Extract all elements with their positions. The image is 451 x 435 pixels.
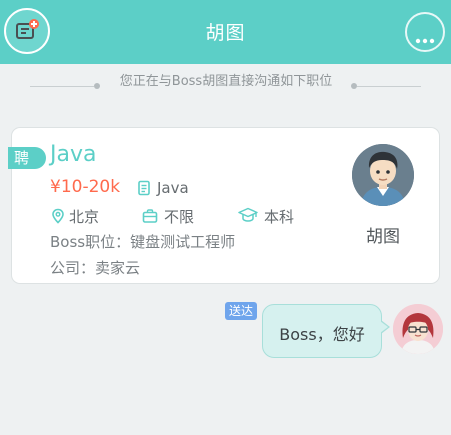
delivery-status-badge: 送达 (225, 302, 257, 320)
company-name: 公司：卖家云 (50, 259, 141, 277)
job-city: 北京 (69, 208, 100, 226)
more-icon (415, 29, 435, 44)
message-text: Boss，您好 (279, 325, 365, 344)
chat-notice: 您正在与Boss胡图直接沟通如下职位 (119, 74, 333, 89)
hiring-badge: 聘 (8, 147, 46, 169)
chat-title: 胡图 (205, 22, 246, 44)
chat-header: 胡图 (0, 0, 451, 64)
recruiter-name: 胡图 (366, 227, 400, 247)
job-experience: 不限 (164, 208, 195, 226)
notice-dot-left (94, 83, 100, 89)
message-bubble[interactable]: Boss，您好 (262, 304, 382, 358)
recruiter-avatar[interactable] (352, 144, 414, 206)
notice-divider-left (30, 86, 94, 87)
boss-position: Boss职位：键盘测试工程师 (50, 233, 236, 251)
job-category: Java (157, 179, 189, 197)
chat-screen: 胡图 您正在与Boss胡图直接沟通如下职位 聘 Java ¥10-20k Jav… (0, 0, 451, 435)
job-salary: ¥10-20k (50, 177, 121, 197)
briefcase-icon (142, 208, 158, 224)
job-card[interactable]: 聘 Java ¥10-20k Java 北京 不限 本科 Boss职位：键盘测试… (8, 127, 440, 284)
notice-divider-right (357, 86, 421, 87)
more-button[interactable] (405, 12, 445, 52)
job-education: 本科 (264, 208, 295, 226)
location-pin-icon (50, 208, 66, 224)
graduation-cap-icon (238, 207, 258, 223)
document-icon (136, 180, 152, 196)
bubble-tail-fill (380, 321, 388, 333)
job-title: Java (50, 142, 97, 167)
user-avatar[interactable] (393, 304, 443, 354)
